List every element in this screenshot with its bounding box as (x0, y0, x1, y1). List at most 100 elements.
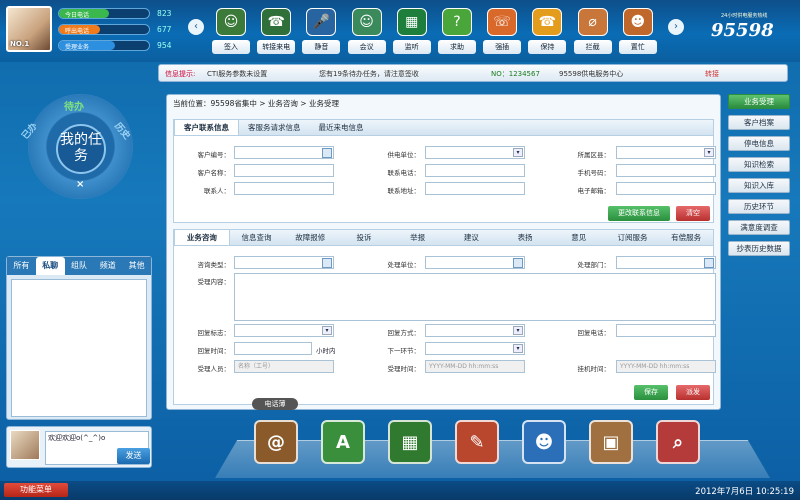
toolbar-next-arrow[interactable]: › (668, 19, 684, 35)
sec2-tab-3[interactable]: 投诉 (337, 230, 391, 245)
right-nav-item-0[interactable]: 业务受理 (728, 94, 790, 109)
book-store-icon[interactable]: ▦ (388, 420, 432, 464)
contacts-icon[interactable]: ☻ (522, 420, 566, 464)
right-nav-item-6[interactable]: 满意度调查 (728, 220, 790, 235)
toolbar-button-1[interactable]: ☎ 转接来电 (257, 8, 296, 56)
handle-dept-field[interactable] (616, 256, 716, 269)
power-unit-select[interactable]: ▾ (425, 146, 525, 159)
toolbar-button-4[interactable]: ▦ 监听 (392, 8, 431, 56)
right-nav-item-4[interactable]: 知识入库 (728, 178, 790, 193)
lookup-icon[interactable] (704, 258, 714, 268)
toolbar-button-2[interactable]: 🎤 静音 (302, 8, 341, 56)
chevron-down-icon[interactable]: ▾ (513, 326, 523, 335)
toolbar-button-5[interactable]: ? 求助 (438, 8, 476, 56)
email-field[interactable] (616, 182, 716, 195)
chat-tab-4[interactable]: 其他 (122, 257, 151, 275)
hold-icon: ☎ (532, 8, 563, 36)
stat-today-calls: 今日电话 823 (58, 8, 171, 19)
chat-tab-2[interactable]: 组队 (65, 257, 94, 275)
phone-field[interactable] (425, 164, 525, 177)
calendar-note-icon[interactable]: ✎ (455, 420, 499, 464)
map-icon[interactable]: A (321, 420, 365, 464)
toolbar-label: 拦截 (573, 40, 612, 54)
info-task-message[interactable]: 您有19条待办任务，请注意签收 (319, 69, 419, 79)
sec1-tab-0[interactable]: 客户联系信息 (174, 120, 239, 135)
search-book-icon[interactable]: ⌕ (656, 420, 700, 464)
lookup-icon[interactable] (513, 258, 523, 268)
chevron-down-icon[interactable]: ▾ (704, 148, 714, 157)
toolbar-button-0[interactable]: ☺ 签入 (212, 8, 250, 56)
function-menu-button[interactable]: 功能菜单 (4, 483, 68, 497)
toolbar-button-8[interactable]: ⌀ 拦截 (573, 8, 612, 56)
reply-time-field[interactable] (234, 342, 312, 355)
lookup-icon[interactable] (322, 148, 332, 158)
dispatch-button[interactable]: 派发 (676, 385, 710, 400)
handle-unit-label: 处理单位： (387, 261, 421, 269)
toolbar-button-9[interactable]: ☻ 置忙 (618, 8, 657, 56)
next-step-select[interactable]: ▾ (425, 342, 525, 355)
sec2-tab-1[interactable]: 信息查询 (230, 230, 284, 245)
chat-history[interactable] (11, 279, 147, 417)
right-nav-item-7[interactable]: 抄表历史数据 (728, 241, 790, 256)
sec2-tab-6[interactable]: 表扬 (498, 230, 552, 245)
right-nav-item-1[interactable]: 客户档案 (728, 115, 790, 130)
business-tabs: 业务咨询 信息查询 故障报修 投诉 举报 建议 表扬 意见 订阅服务 有偿服务 (174, 230, 713, 246)
chat-tab-0[interactable]: 所有 (7, 257, 36, 275)
lookup-icon[interactable] (322, 258, 332, 268)
logo-tagline: 24小时供电服务热线 (721, 13, 768, 19)
mobile-field[interactable] (616, 164, 716, 177)
chevron-down-icon[interactable]: ▾ (513, 148, 523, 157)
toolbar-button-6[interactable]: ☏ 强插 (483, 8, 522, 56)
wheel-tab-pending[interactable]: 待办 (64, 98, 84, 113)
reply-time-label: 回复时间： (197, 347, 231, 355)
sec2-tab-0[interactable]: 业务咨询 (174, 230, 230, 245)
address-field[interactable] (425, 182, 525, 195)
save-button[interactable]: 保存 (634, 385, 668, 400)
wheel-tab-done[interactable]: 已办 (18, 119, 40, 141)
toolbar-button-7[interactable]: ☎ 保持 (528, 8, 567, 56)
chevron-down-icon[interactable]: ▾ (322, 326, 332, 335)
sec2-tab-8[interactable]: 订阅服务 (606, 230, 660, 245)
user-avatar[interactable]: NO.1 (6, 6, 52, 52)
sec2-tab-9[interactable]: 有偿服务 (659, 230, 713, 245)
my-tasks-button[interactable]: 我的任务 (56, 124, 106, 174)
sec1-tab-1[interactable]: 客服务请求信息 (239, 120, 310, 135)
content-textarea[interactable] (234, 273, 716, 321)
info-service-center: 95598供电服务中心 (559, 70, 624, 78)
chat-tab-3[interactable]: 频道 (93, 257, 122, 275)
cust-no-field[interactable] (234, 146, 334, 159)
toolbar-prev-arrow[interactable]: ‹ (188, 19, 204, 35)
top-toolbar: NO.1 今日电话 823 呼出电话 677 受理业务 954 ‹ › ☺ 签入 ☎ 转接来… (0, 0, 800, 62)
send-button[interactable]: 发送 (117, 448, 150, 464)
reply-phone-label: 回复电话： (577, 329, 611, 337)
sec2-tab-2[interactable]: 故障报修 (283, 230, 337, 245)
cust-name-field[interactable] (234, 164, 334, 177)
right-nav-item-5[interactable]: 历史环节 (728, 199, 790, 214)
accept-time-field: YYYY-MM-DD hh:mm:ss (425, 360, 525, 373)
wheel-tab-history[interactable]: 历史 (112, 119, 134, 141)
sec1-tab-2[interactable]: 最近来电信息 (310, 120, 373, 135)
handle-unit-field[interactable] (425, 256, 525, 269)
change-contact-button[interactable]: 更改联系信息 (608, 206, 670, 221)
sec2-tab-5[interactable]: 建议 (445, 230, 499, 245)
consult-type-field[interactable] (234, 256, 334, 269)
contact-tabs: 客户联系信息 客服务请求信息 最近来电信息 (174, 120, 713, 136)
reply-phone-field[interactable] (616, 324, 716, 337)
sec2-tab-4[interactable]: 举报 (391, 230, 445, 245)
toolbar-button-3[interactable]: ☺ 会议 (347, 8, 386, 56)
address-book-icon[interactable]: @ (254, 420, 298, 464)
chevron-down-icon[interactable]: ▾ (513, 344, 523, 353)
my-task-icon[interactable]: ▣ (589, 420, 633, 464)
sec2-tab-7[interactable]: 意见 (552, 230, 606, 245)
contact-field[interactable] (234, 182, 334, 195)
region-select[interactable]: ▾ (616, 146, 716, 159)
chat-tab-1[interactable]: 私聊 (35, 257, 65, 275)
right-nav-item-3[interactable]: 知识检索 (728, 157, 790, 172)
toolbar-label: 监听 (392, 40, 431, 54)
info-status: 转接 (705, 70, 719, 78)
right-nav-item-2[interactable]: 停电信息 (728, 136, 790, 151)
clear-button[interactable]: 清空 (676, 206, 710, 221)
reply-flag-select[interactable]: ▾ (234, 324, 334, 337)
reply-mode-select[interactable]: ▾ (425, 324, 525, 337)
close-icon[interactable]: × (76, 179, 84, 190)
